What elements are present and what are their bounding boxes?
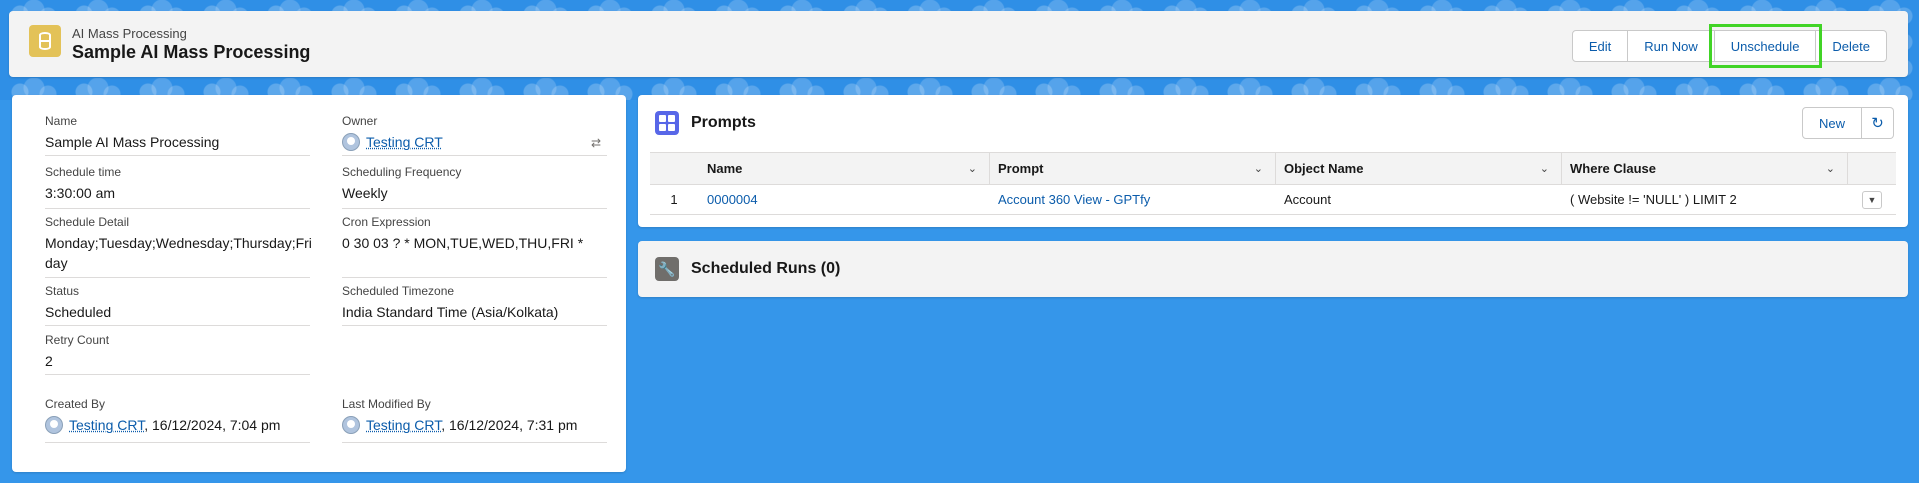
field-value: 0 30 03 ? * MON,TUE,WED,THU,FRI * [342, 235, 584, 251]
edit-button[interactable]: Edit [1571, 30, 1629, 62]
avatar [342, 133, 360, 151]
field-value-line1: Monday;Tuesday;Wednesday;Thursday;Fri [45, 235, 312, 251]
field-schedule-detail: Schedule Detail Monday;Tuesday;Wednesday… [45, 215, 312, 278]
field-label: Retry Count [45, 333, 110, 347]
prompts-related-list: Prompts New ↻ Name ⌄ Prompt ⌄ Object Name ⌄… [638, 95, 1908, 227]
field-cron-expression: Cron Expression 0 30 03 ? * MON,TUE,WED,… [342, 215, 607, 278]
chevron-down-icon[interactable]: ⌄ [1540, 162, 1549, 175]
table-header: Name ⌄ Prompt ⌄ Object Name ⌄ Where Clause ⌄ [650, 152, 1896, 185]
field-label: Cron Expression [342, 215, 431, 229]
where-clause-cell: ( Website != 'NULL' ) LIMIT 2 [1570, 192, 1737, 207]
field-name: Name Sample AI Mass Processing [45, 114, 310, 156]
column-header-object-name[interactable]: Object Name ⌄ [1276, 153, 1562, 184]
chevron-down-icon[interactable]: ⌄ [1254, 162, 1263, 175]
field-schedule-time: Schedule time 3:30:00 am [45, 165, 310, 209]
field-scheduling-frequency: Scheduling Frequency Weekly [342, 165, 607, 209]
run-now-button[interactable]: Run Now [1628, 30, 1715, 62]
prompt-record-link[interactable]: 0000004 [707, 192, 758, 207]
row-actions-dropdown-icon[interactable]: ▼ [1862, 190, 1882, 209]
avatar [342, 416, 360, 434]
field-label: Owner [342, 114, 378, 128]
row-number: 1 [670, 192, 678, 207]
delete-button[interactable]: Delete [1816, 30, 1887, 62]
avatar [45, 416, 63, 434]
prompts-title[interactable]: Prompts [691, 114, 756, 132]
grid-icon [655, 111, 679, 135]
owner-link[interactable]: Testing CRT [366, 134, 443, 150]
field-value: Scheduled [45, 304, 112, 320]
created-by-link[interactable]: Testing CRT [69, 417, 144, 433]
table-row: 1 0000004 Account 360 View - GPTfy Accou… [650, 185, 1896, 215]
object-name-cell: Account [1284, 192, 1331, 207]
field-label: Schedule Detail [45, 215, 130, 229]
scheduled-runs-title[interactable]: Scheduled Runs (0) [691, 260, 840, 278]
database-icon [29, 25, 61, 57]
field-label: Scheduling Frequency [342, 165, 462, 179]
field-value: India Standard Time (Asia/Kolkata) [342, 304, 559, 320]
object-type-label: AI Mass Processing [72, 26, 187, 41]
change-owner-icon[interactable]: ⇄ [591, 136, 601, 150]
field-value: 3:30:00 am [45, 185, 116, 201]
created-date: , 16/12/2024, 7:04 pm [144, 417, 281, 433]
field-last-modified-by: Last Modified By Testing CRT, 16/12/2024… [342, 397, 607, 443]
field-scheduled-timezone: Scheduled Timezone India Standard Time (… [342, 284, 607, 326]
wrench-icon: 🔧 [655, 257, 679, 281]
chevron-down-icon[interactable]: ⌄ [1826, 162, 1835, 175]
header-actions: Edit Run Now Unschedule Delete [1571, 24, 1887, 68]
field-label: Name [45, 114, 78, 128]
field-value-line2: day [45, 255, 68, 271]
prompt-link[interactable]: Account 360 View - GPTfy [998, 192, 1150, 207]
field-value: 2 [45, 353, 53, 369]
prompts-table: Name ⌄ Prompt ⌄ Object Name ⌄ Where Clause ⌄… [650, 152, 1896, 215]
field-value: Weekly [342, 185, 388, 201]
record-header: AI Mass Processing Sample AI Mass Proces… [9, 11, 1908, 77]
unschedule-button[interactable]: Unschedule [1708, 24, 1823, 68]
field-owner: Owner Testing CRT ⇄ [342, 114, 607, 156]
field-created-by: Created By Testing CRT, 16/12/2024, 7:04… [45, 397, 310, 443]
field-status: Status Scheduled [45, 284, 310, 326]
column-header-where-clause[interactable]: Where Clause ⌄ [1562, 153, 1848, 184]
field-retry-count: Retry Count 2 [45, 333, 310, 375]
details-panel: Name Sample AI Mass Processing Owner Tes… [12, 95, 626, 472]
field-value: Sample AI Mass Processing [45, 134, 220, 150]
scheduled-runs-related-list: 🔧 Scheduled Runs (0) [638, 241, 1908, 297]
field-label: Last Modified By [342, 397, 431, 411]
field-label: Schedule time [45, 165, 122, 179]
field-label: Scheduled Timezone [342, 284, 455, 298]
chevron-down-icon[interactable]: ⌄ [968, 162, 977, 175]
modified-by-link[interactable]: Testing CRT [366, 417, 441, 433]
prompts-actions: New ↻ [1801, 107, 1894, 139]
column-header-name[interactable]: Name ⌄ [698, 153, 990, 184]
modified-date: , 16/12/2024, 7:31 pm [441, 417, 578, 433]
field-label: Created By [45, 397, 106, 411]
field-label: Status [45, 284, 80, 298]
refresh-icon[interactable]: ↻ [1862, 107, 1894, 139]
column-header-prompt[interactable]: Prompt ⌄ [990, 153, 1276, 184]
new-prompt-button[interactable]: New [1801, 107, 1862, 139]
record-title: Sample AI Mass Processing [72, 42, 311, 62]
